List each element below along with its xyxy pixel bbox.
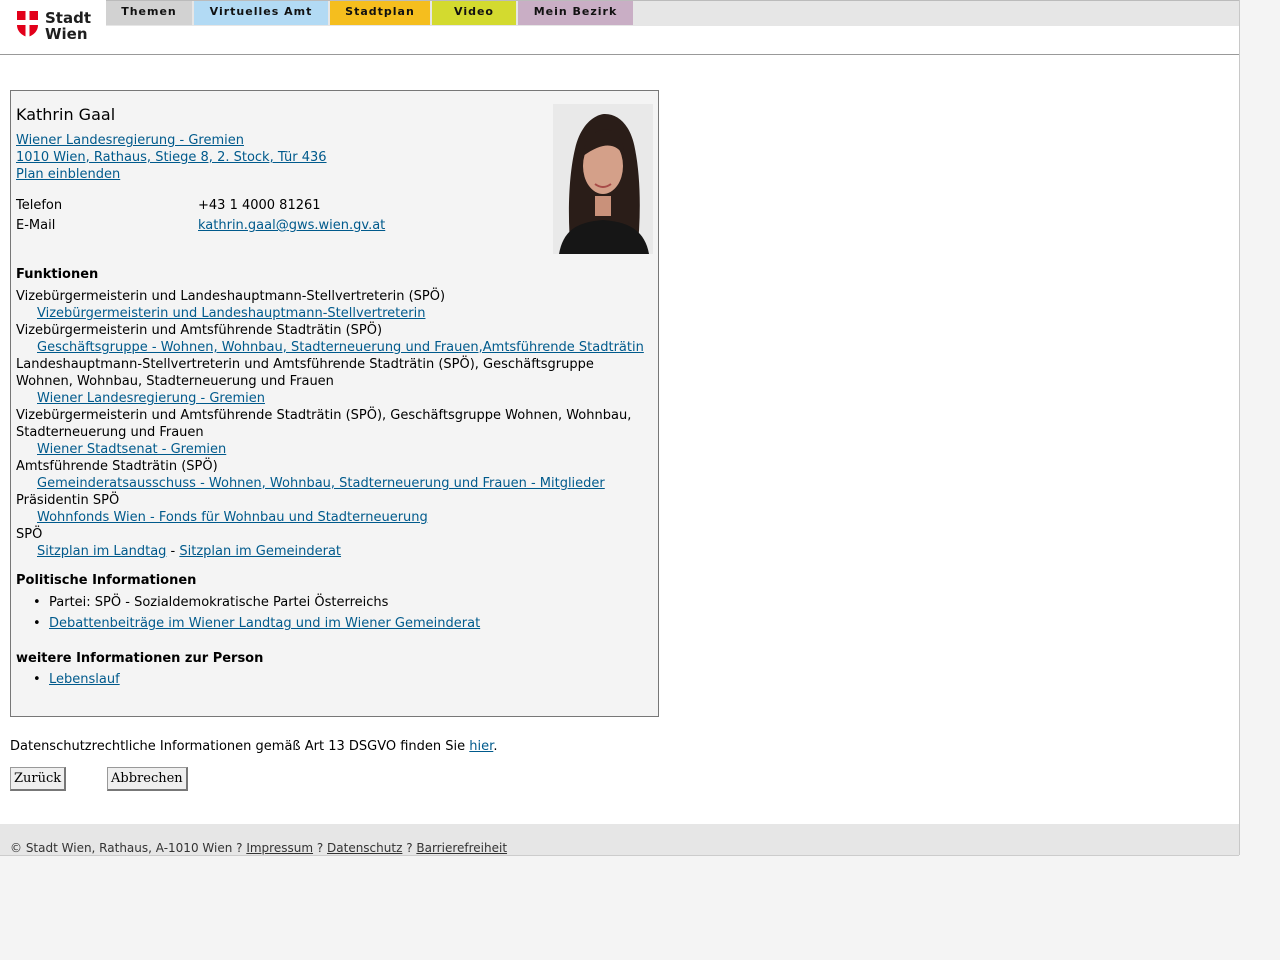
further-info-heading: weitere Informationen zur Person <box>16 651 264 666</box>
footer-copyright: © Stadt Wien, Rathaus, A-1010 Wien <box>10 841 233 855</box>
function-3-link[interactable]: Wiener Landesregierung - Gremien <box>37 390 265 407</box>
function-4-text-line-2: Stadterneuerung und Frauen <box>16 425 204 440</box>
functions-heading: Funktionen <box>16 267 99 282</box>
footer-links: © Stadt Wien, Rathaus, A-1010 Wien ? Imp… <box>10 841 507 855</box>
phone-label: Telefon <box>16 198 63 213</box>
function-1-text: Vizebürgermeisterin und Landeshauptmann-… <box>16 289 446 304</box>
email-link[interactable]: kathrin.gaal@gws.wien.gv.at <box>198 217 385 234</box>
function-6-text: Präsidentin SPÖ <box>16 493 120 508</box>
seating-plan-landtag-link[interactable]: Sitzplan im Landtag <box>37 544 166 559</box>
political-info-heading: Politische Informationen <box>16 573 197 588</box>
seating-plan-gemeinderat-link[interactable]: Sitzplan im Gemeinderat <box>179 544 341 559</box>
debates-link[interactable]: Debattenbeiträge im Wiener Landtag und i… <box>49 616 480 631</box>
party-item: Partei: SPÖ - Sozialdemokratische Partei… <box>33 594 388 611</box>
function-4-text-line-1: Vizebürgermeisterin und Amtsführende Sta… <box>16 408 632 423</box>
portrait-photo <box>553 104 653 254</box>
address-link[interactable]: 1010 Wien, Rathaus, Stiege 8, 2. Stock, … <box>16 149 327 166</box>
phone-value: +43 1 4000 81261 <box>198 198 321 213</box>
cancel-button[interactable]: Abbrechen <box>107 767 188 791</box>
person-name: Kathrin Gaal <box>16 105 116 124</box>
header: Stadt Wien Themen Virtuelles Amt Stadtpl… <box>0 0 1239 55</box>
footer-separator: ? <box>313 841 328 855</box>
function-7-text: SPÖ <box>16 527 43 542</box>
function-5-link[interactable]: Gemeinderatsausschuss - Wohnen, Wohnbau,… <box>37 475 605 492</box>
nav-tab-stadtplan[interactable]: Stadtplan <box>330 1 430 25</box>
person-card: Kathrin Gaal Wiener Landesregierung - Gr… <box>10 90 659 717</box>
logo-text-stadt: Stadt <box>45 9 92 27</box>
org-link[interactable]: Wiener Landesregierung - Gremien <box>16 132 244 149</box>
function-3-text-line-1: Landeshauptmann-Stellvertreterin und Amt… <box>16 357 594 372</box>
barrierefreiheit-link[interactable]: Barrierefreiheit <box>416 841 507 855</box>
nav-tab-mein-bezirk[interactable]: Mein Bezirk <box>518 1 633 25</box>
email-label: E-Mail <box>16 218 56 233</box>
function-6-link[interactable]: Wohnfonds Wien - Fonds für Wohnbau und S… <box>37 509 428 526</box>
cv-item: Lebenslauf <box>33 671 120 688</box>
logo-text-wien: Wien <box>45 25 88 43</box>
cv-link[interactable]: Lebenslauf <box>49 672 120 687</box>
function-2-link[interactable]: Geschäftsgruppe - Wohnen, Wohnbau, Stadt… <box>37 339 644 356</box>
seating-plan-links: Sitzplan im Landtag - Sitzplan im Gemein… <box>37 543 341 560</box>
privacy-notice: Datenschutzrechtliche Informationen gemä… <box>10 738 497 755</box>
page: Stadt Wien Themen Virtuelles Amt Stadtpl… <box>0 0 1240 856</box>
privacy-text: Datenschutzrechtliche Informationen gemä… <box>10 739 470 754</box>
function-2-text: Vizebürgermeisterin und Amtsführende Sta… <box>16 323 383 338</box>
impressum-link[interactable]: Impressum <box>246 841 313 855</box>
footer-separator: ? <box>232 841 247 855</box>
debates-item: Debattenbeiträge im Wiener Landtag und i… <box>33 615 480 632</box>
back-button[interactable]: Zurück <box>10 767 67 791</box>
privacy-end: . <box>493 739 498 754</box>
stadt-wien-logo[interactable]: Stadt Wien <box>16 10 91 42</box>
nav-tab-video[interactable]: Video <box>432 1 516 25</box>
seating-plan-separator: - <box>166 544 180 559</box>
nav-tab-themen[interactable]: Themen <box>106 1 192 25</box>
nav-tab-virtuelles-amt[interactable]: Virtuelles Amt <box>194 1 328 25</box>
top-navigation: Themen Virtuelles Amt Stadtplan Video Me… <box>106 0 1239 26</box>
footer: © Stadt Wien, Rathaus, A-1010 Wien ? Imp… <box>0 824 1239 856</box>
show-map-link[interactable]: Plan einblenden <box>16 166 120 183</box>
wien-shield-icon <box>17 11 38 37</box>
function-5-text: Amtsführende Stadträtin (SPÖ) <box>16 459 218 474</box>
privacy-link[interactable]: hier <box>469 739 493 754</box>
function-3-text-line-2: Wohnen, Wohnbau, Stadterneuerung und Fra… <box>16 374 334 389</box>
datenschutz-link[interactable]: Datenschutz <box>327 841 402 855</box>
function-1-link[interactable]: Vizebürgermeisterin und Landeshauptmann-… <box>37 305 425 322</box>
function-4-link[interactable]: Wiener Stadtsenat - Gremien <box>37 441 226 458</box>
footer-separator: ? <box>402 841 417 855</box>
portrait-image <box>553 104 653 254</box>
